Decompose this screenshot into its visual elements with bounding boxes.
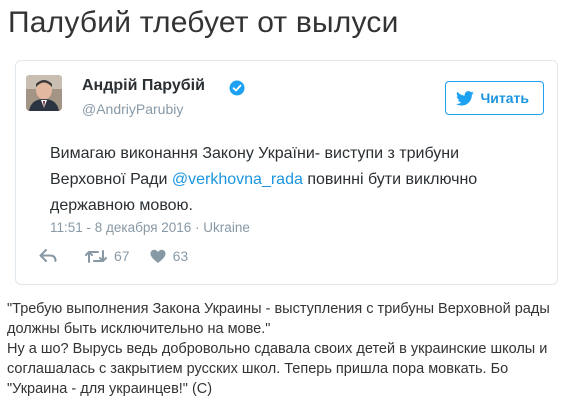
avatar[interactable] — [26, 75, 62, 111]
like-count: 63 — [172, 248, 189, 264]
bird-icon — [456, 90, 475, 106]
tweet-card: Андрій Парубій @AndriyParubiy Читать Вим… — [15, 60, 558, 285]
retweet-count: 67 — [114, 248, 130, 264]
commentary: "Требую выполнения Закона Украины - выст… — [7, 299, 567, 399]
like-button[interactable]: 63 — [150, 248, 189, 264]
heart-icon — [150, 249, 166, 263]
author-handle[interactable]: @AndriyParubiy — [82, 101, 183, 117]
commentary-text: Ну а шо? Вырусь ведь добровольно сдавала… — [7, 341, 548, 397]
retweet-icon — [85, 249, 107, 263]
tweet-actions: 67 63 — [39, 248, 188, 264]
follow-button[interactable]: Читать — [445, 81, 544, 115]
commentary-quote: "Требую выполнения Закона Украины - выст… — [7, 301, 550, 337]
author-name[interactable]: Андрій Парубій — [82, 77, 205, 95]
retweet-button[interactable]: 67 — [85, 248, 130, 264]
tweet-text: Вимагаю виконання Закону України- виступ… — [50, 141, 520, 219]
reply-icon — [39, 249, 57, 262]
page-title: Палубий тлебует от вылуси — [8, 6, 399, 39]
verified-icon — [229, 80, 245, 96]
follow-button-label: Читать — [480, 90, 529, 106]
reply-button[interactable] — [39, 249, 57, 263]
tweet-timestamp[interactable]: 11:51 - 8 декабря 2016 · Ukraine — [50, 220, 250, 235]
mention-link[interactable]: @verkhovna_rada — [172, 171, 303, 188]
avatar-image — [26, 75, 62, 111]
